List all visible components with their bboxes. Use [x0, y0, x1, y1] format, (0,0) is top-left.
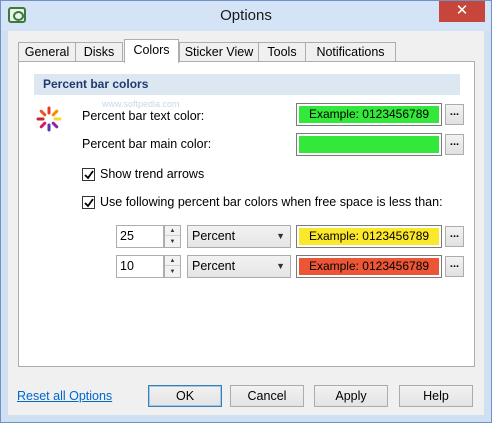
- text-color-swatch[interactable]: Example: 0123456789: [296, 103, 442, 126]
- checkmark-icon: [84, 170, 94, 180]
- threshold-2-unit-value: Percent: [192, 259, 236, 273]
- threshold-1-stepper[interactable]: ▲ ▼: [164, 225, 181, 248]
- tab-disks[interactable]: Disks: [75, 42, 123, 62]
- main-color-label: Percent bar main color:: [82, 137, 212, 151]
- threshold-2-unit-select[interactable]: Percent ▼: [187, 255, 291, 278]
- show-trend-checkbox[interactable]: [82, 168, 95, 181]
- threshold-1-unit-value: Percent: [192, 229, 236, 243]
- threshold-2-stepper[interactable]: ▲ ▼: [164, 255, 181, 278]
- checkmark-icon: [84, 198, 94, 208]
- tab-tools[interactable]: Tools: [258, 42, 306, 62]
- main-color-swatch[interactable]: [296, 133, 442, 156]
- color-wheel-icon: [36, 106, 62, 132]
- threshold-2-input[interactable]: 10: [116, 255, 164, 278]
- spin-up-icon[interactable]: ▲: [165, 256, 180, 266]
- use-following-label: Use following percent bar colors when fr…: [100, 195, 443, 209]
- threshold-2-pick-button[interactable]: ...: [445, 256, 464, 277]
- text-color-example: Example: 0123456789: [299, 106, 439, 123]
- colors-panel: Percent bar colors www.softpedia.com Per…: [18, 61, 475, 367]
- reset-all-options-link[interactable]: Reset all Options: [17, 389, 112, 403]
- threshold-2-example: Example: 0123456789: [299, 258, 439, 275]
- threshold-1-swatch[interactable]: Example: 0123456789: [296, 225, 442, 248]
- watermark: www.softpedia.com: [102, 99, 180, 109]
- chevron-down-icon: ▼: [276, 231, 285, 241]
- threshold-2-swatch[interactable]: Example: 0123456789: [296, 255, 442, 278]
- tab-notifications[interactable]: Notifications: [305, 42, 396, 62]
- tab-colors[interactable]: Colors: [124, 39, 179, 63]
- show-trend-label: Show trend arrows: [100, 167, 205, 181]
- chevron-down-icon: ▼: [276, 261, 285, 271]
- use-following-checkbox[interactable]: [82, 196, 95, 209]
- ok-button[interactable]: OK: [148, 385, 222, 407]
- main-color-pick-button[interactable]: ...: [445, 134, 464, 155]
- help-button[interactable]: Help: [399, 385, 473, 407]
- spin-up-icon[interactable]: ▲: [165, 226, 180, 236]
- tab-general[interactable]: General: [18, 42, 76, 62]
- spin-down-icon[interactable]: ▼: [165, 267, 180, 277]
- cancel-button[interactable]: Cancel: [230, 385, 304, 407]
- threshold-1-unit-select[interactable]: Percent ▼: [187, 225, 291, 248]
- threshold-1-example: Example: 0123456789: [299, 228, 439, 245]
- dialog-client: General Disks Colors Sticker View Tools …: [8, 31, 484, 415]
- main-color-fill: [299, 136, 439, 153]
- window-title: Options: [220, 7, 272, 24]
- close-button[interactable]: ✕: [439, 1, 485, 22]
- threshold-1-pick-button[interactable]: ...: [445, 226, 464, 247]
- options-window: Options ✕ General Disks Colors Sticker V…: [0, 0, 492, 423]
- section-header: Percent bar colors: [34, 74, 460, 95]
- text-color-pick-button[interactable]: ...: [445, 104, 464, 125]
- apply-button[interactable]: Apply: [314, 385, 388, 407]
- tab-sticker-view[interactable]: Sticker View: [179, 42, 259, 62]
- threshold-1-input[interactable]: 25: [116, 225, 164, 248]
- text-color-label: Percent bar text color:: [82, 109, 205, 123]
- spin-down-icon[interactable]: ▼: [165, 237, 180, 247]
- title-bar: Options ✕: [1, 1, 491, 31]
